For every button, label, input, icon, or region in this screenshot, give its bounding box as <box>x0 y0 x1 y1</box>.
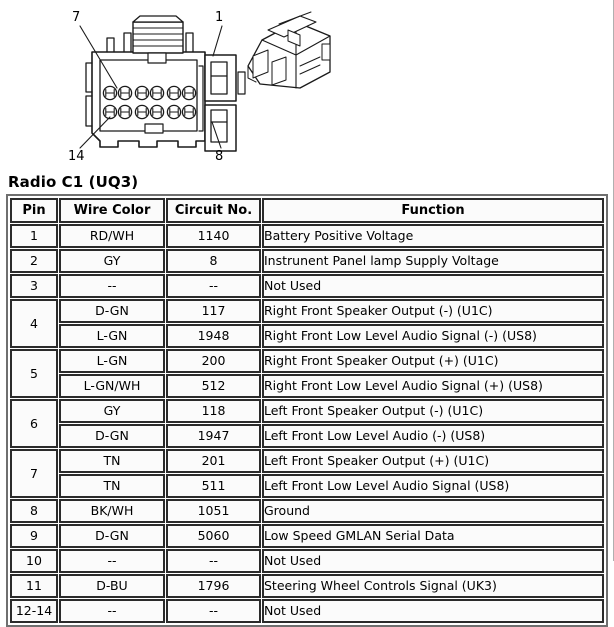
cell-pin: 11 <box>10 574 58 598</box>
table-row: 5 L-GN 200 Right Front Speaker Output (+) (… <box>10 349 604 398</box>
cell-circuit-no: 117 <box>166 299 261 323</box>
cell-function: Not Used <box>262 274 604 298</box>
cell-circuit-no: 1947 <box>166 424 261 448</box>
cell-wire-color: -- <box>59 599 165 623</box>
pinout-table: Pin Wire Color Circuit No. Function 1 RD/… <box>9 197 605 624</box>
callout-label-14: 14 <box>68 149 85 164</box>
table-row: 11 D-BU 1796 Steering Wheel Controls Signal… <box>10 574 604 598</box>
column-header-function: Function <box>262 198 604 223</box>
cell-pin: 12-14 <box>10 599 58 623</box>
table-row: D-GN 1947 Left Front Low Level Audio (-) (… <box>10 424 604 448</box>
cell-wire-color: D-BU <box>59 574 165 598</box>
cell-wire-color: L-GN <box>59 324 165 348</box>
cell-function: Left Front Low Level Audio Signal (US8) <box>262 474 604 498</box>
table-row: 9 D-GN 5060 Low Speed GMLAN Serial Data <box>10 524 604 548</box>
cell-function: Right Front Speaker Output (-) (U1C) <box>262 299 604 323</box>
column-header-pin: Pin <box>10 198 58 223</box>
column-header-circuit-no: Circuit No. <box>166 198 261 223</box>
cell-function: Battery Positive Voltage <box>262 224 604 248</box>
cell-pin: 5 <box>10 349 58 398</box>
pinout-table-container: Pin Wire Color Circuit No. Function 1 RD/… <box>6 194 608 627</box>
cell-circuit-no: -- <box>166 549 261 573</box>
pinout-table-section: Radio C1 (UQ3) Pin Wire Color Circuit No… <box>0 172 614 627</box>
table-row: TN 511 Left Front Low Level Audio Signal (… <box>10 474 604 498</box>
table-row: 10 -- -- Not Used <box>10 549 604 573</box>
page-title: Radio C1 (UQ3) <box>8 173 139 191</box>
cell-function: Left Front Speaker Output (+) (U1C) <box>262 449 604 473</box>
cell-circuit-no: 5060 <box>166 524 261 548</box>
table-row: 7 TN 201 Left Front Speaker Output (+) (U1C… <box>10 449 604 498</box>
cell-circuit-no: -- <box>166 274 261 298</box>
callout-label-7: 7 <box>72 10 81 25</box>
callout-label-8: 8 <box>215 149 224 164</box>
table-row: 3 -- -- Not Used <box>10 274 604 298</box>
cell-function: Right Front Speaker Output (+) (U1C) <box>262 349 604 373</box>
cell-function: Steering Wheel Controls Signal (UK3) <box>262 574 604 598</box>
cell-function: Low Speed GMLAN Serial Data <box>262 524 604 548</box>
cell-wire-color: GY <box>59 249 165 273</box>
cell-pin: 7 <box>10 449 58 498</box>
cell-pin: 6 <box>10 399 58 448</box>
cell-circuit-no: 1948 <box>166 324 261 348</box>
connector-diagram-svg <box>79 11 331 152</box>
cell-circuit-no: 118 <box>166 399 261 423</box>
table-row: 6 GY 118 Left Front Speaker Output (-) (U1C… <box>10 399 604 448</box>
cell-pin: 2 <box>10 249 58 273</box>
cell-wire-color: L-GN <box>59 349 165 373</box>
cell-function: Right Front Low Level Audio Signal (+) (… <box>262 374 604 398</box>
cell-wire-color: -- <box>59 549 165 573</box>
cell-circuit-no: 1796 <box>166 574 261 598</box>
connector-secondary-lock <box>198 54 246 152</box>
connector-isometric-view <box>247 11 331 89</box>
table-row: L-GN 1948 Right Front Low Level Audio Sign… <box>10 324 604 348</box>
column-header-wire-color: Wire Color <box>59 198 165 223</box>
cell-circuit-no: 1051 <box>166 499 261 523</box>
cell-circuit-no: 8 <box>166 249 261 273</box>
cell-pin: 1 <box>10 224 58 248</box>
cell-wire-color: -- <box>59 274 165 298</box>
cell-wire-color: TN <box>59 449 165 473</box>
table-row: 4 D-GN 117 Right Front Speaker Output (-) (… <box>10 299 604 348</box>
table-row: 12-14 -- -- Not Used <box>10 599 604 623</box>
cell-pin: 8 <box>10 499 58 523</box>
table-row: 8 BK/WH 1051 Ground <box>10 499 604 523</box>
cell-pin: 9 <box>10 524 58 548</box>
cell-function: Instrunent Panel lamp Supply Voltage <box>262 249 604 273</box>
cell-circuit-no: 200 <box>166 349 261 373</box>
cell-function: Left Front Low Level Audio (-) (US8) <box>262 424 604 448</box>
cell-wire-color: GY <box>59 399 165 423</box>
cell-wire-color: RD/WH <box>59 224 165 248</box>
cell-pin: 4 <box>10 299 58 348</box>
table-row: 2 GY 8 Instrunent Panel lamp Supply Voltage <box>10 249 604 273</box>
cell-wire-color: BK/WH <box>59 499 165 523</box>
cell-wire-color: D-GN <box>59 524 165 548</box>
cell-circuit-no: -- <box>166 599 261 623</box>
cell-function: Ground <box>262 499 604 523</box>
table-row: 1 RD/WH 1140 Battery Positive Voltage <box>10 224 604 248</box>
cell-wire-color: D-GN <box>59 424 165 448</box>
cell-function: Left Front Speaker Output (-) (U1C) <box>262 399 604 423</box>
cell-circuit-no: 201 <box>166 449 261 473</box>
cell-function: Not Used <box>262 599 604 623</box>
table-header-row: Pin Wire Color Circuit No. Function <box>10 198 604 223</box>
cell-function: Right Front Low Level Audio Signal (-) (… <box>262 324 604 348</box>
callout-label-1: 1 <box>215 10 224 25</box>
table-row: L-GN/WH 512 Right Front Low Level Audio Si… <box>10 374 604 398</box>
cell-pin: 3 <box>10 274 58 298</box>
cell-wire-color: TN <box>59 474 165 498</box>
cell-function: Not Used <box>262 549 604 573</box>
pinout-table-body: 1 RD/WH 1140 Battery Positive Voltage 2 GY 8 In… <box>10 224 604 623</box>
cell-circuit-no: 511 <box>166 474 261 498</box>
cell-wire-color: D-GN <box>59 299 165 323</box>
cell-pin: 10 <box>10 549 58 573</box>
connector-diagram: 7 1 14 8 <box>0 0 614 172</box>
cell-circuit-no: 1140 <box>166 224 261 248</box>
cell-circuit-no: 512 <box>166 374 261 398</box>
cell-wire-color: L-GN/WH <box>59 374 165 398</box>
